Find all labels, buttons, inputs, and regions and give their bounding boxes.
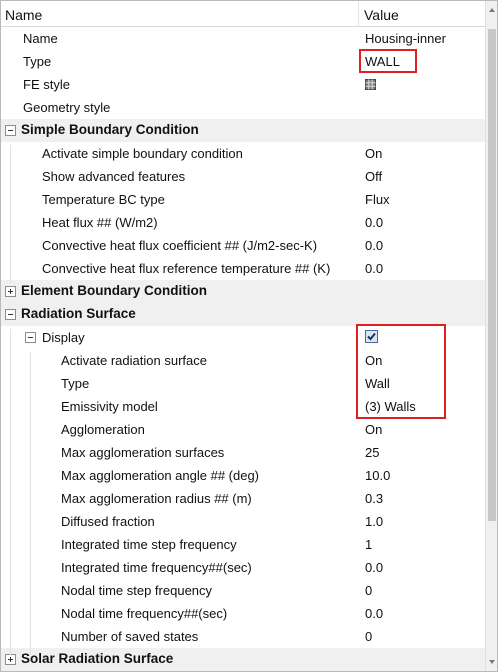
property-row[interactable]: Heat flux ## (W/m2) 0.0 <box>1 211 485 234</box>
property-row[interactable]: Nodal time step frequency 0 <box>1 579 485 602</box>
property-value[interactable]: 25 <box>365 445 379 460</box>
vertical-scrollbar[interactable] <box>485 1 497 671</box>
property-row[interactable]: Diffused fraction 1.0 <box>1 510 485 533</box>
tree-guide-line <box>10 329 11 655</box>
tree-guide-line <box>10 145 11 283</box>
section-title: Solar Radiation Surface <box>21 651 174 666</box>
expand-icon[interactable] <box>5 654 16 665</box>
property-label: Heat flux ## (W/m2) <box>42 215 158 230</box>
property-label: Integrated time step frequency <box>61 537 237 552</box>
name-column-header[interactable]: Name <box>5 7 42 23</box>
display-checkbox[interactable] <box>365 330 378 343</box>
property-row[interactable]: Temperature BC type Flux <box>1 188 485 211</box>
property-label: FE style <box>23 77 70 92</box>
property-row[interactable]: Integrated time frequency##(sec) 0.0 <box>1 556 485 579</box>
property-row-geometry-style[interactable]: Geometry style <box>1 96 485 119</box>
property-value[interactable]: On <box>365 422 382 437</box>
property-label: Max agglomeration surfaces <box>61 445 225 460</box>
property-row-display[interactable]: Display <box>1 326 485 349</box>
property-value[interactable]: Off <box>365 169 382 184</box>
property-label: Convective heat flux reference temperatu… <box>42 261 331 276</box>
property-row[interactable]: Number of saved states 0 <box>1 625 485 648</box>
collapse-icon[interactable] <box>5 125 16 136</box>
property-row[interactable]: Max agglomeration angle ## (deg) 10.0 <box>1 464 485 487</box>
property-row-name[interactable]: Name Housing-inner <box>1 27 485 50</box>
property-grid: Name Value Name Housing-inner Type WALL … <box>0 0 498 672</box>
property-row[interactable]: Convective heat flux reference temperatu… <box>1 257 485 280</box>
property-label: Geometry style <box>23 100 111 115</box>
property-label: Activate simple boundary condition <box>42 146 243 161</box>
arrow-up-icon <box>489 8 495 12</box>
property-label: Emissivity model <box>61 399 158 414</box>
property-value[interactable]: Housing-inner <box>365 31 446 46</box>
property-value[interactable]: 10.0 <box>365 468 390 483</box>
property-value[interactable]: On <box>365 353 382 368</box>
property-row[interactable]: Convective heat flux coefficient ## (J/m… <box>1 234 485 257</box>
property-row[interactable]: Show advanced features Off <box>1 165 485 188</box>
tree-guide-line <box>30 352 31 655</box>
property-value[interactable]: 0.0 <box>365 261 383 276</box>
section-title: Simple Boundary Condition <box>21 122 199 137</box>
property-value[interactable]: On <box>365 146 382 161</box>
property-value[interactable]: 0.0 <box>365 606 383 621</box>
section-title: Radiation Surface <box>21 306 136 321</box>
property-label: Nodal time step frequency <box>61 583 213 598</box>
property-label: Integrated time frequency##(sec) <box>61 560 252 575</box>
property-label: Show advanced features <box>42 169 186 184</box>
property-value[interactable]: 1.0 <box>365 514 383 529</box>
arrow-down-icon <box>489 660 495 664</box>
property-label: Activate radiation surface <box>61 353 207 368</box>
property-value[interactable]: (3) Walls <box>365 399 416 414</box>
fe-style-grid-icon[interactable] <box>365 78 376 90</box>
property-row[interactable]: Max agglomeration surfaces 25 <box>1 441 485 464</box>
property-label: Convective heat flux coefficient ## (J/m… <box>42 238 318 253</box>
section-radiation-surface[interactable]: Radiation Surface <box>1 303 485 326</box>
scrollbar-thumb[interactable] <box>488 29 496 521</box>
collapse-icon[interactable] <box>5 309 16 320</box>
property-row[interactable]: Agglomeration On <box>1 418 485 441</box>
scroll-down-button[interactable] <box>486 654 497 671</box>
property-value[interactable]: 0.0 <box>365 560 383 575</box>
property-value[interactable]: 0.3 <box>365 491 383 506</box>
property-value[interactable]: 0.0 <box>365 238 383 253</box>
grid-header: Name Value <box>1 1 485 27</box>
property-value[interactable]: Wall <box>365 376 390 391</box>
property-row[interactable]: Integrated time step frequency 1 <box>1 533 485 556</box>
property-label: Nodal time frequency##(sec) <box>61 606 228 621</box>
property-row[interactable]: Nodal time frequency##(sec) 0.0 <box>1 602 485 625</box>
expand-icon[interactable] <box>5 286 16 297</box>
type-value[interactable]: WALL <box>365 54 400 69</box>
property-row-fe-style[interactable]: FE style <box>1 73 485 96</box>
property-row[interactable]: Max agglomeration radius ## (m) 0.3 <box>1 487 485 510</box>
property-rows: Name Housing-inner Type WALL FE style Ge… <box>1 27 485 671</box>
property-row-type[interactable]: Type WALL <box>1 50 485 73</box>
section-simple-boundary-condition[interactable]: Simple Boundary Condition <box>1 119 485 142</box>
section-element-boundary-condition[interactable]: Element Boundary Condition <box>1 280 485 303</box>
property-value[interactable]: 0.0 <box>365 215 383 230</box>
property-value[interactable]: 0 <box>365 629 372 644</box>
property-label: Display <box>42 330 85 345</box>
property-label: Type <box>61 376 90 391</box>
collapse-icon[interactable] <box>25 332 36 343</box>
property-label: Agglomeration <box>61 422 145 437</box>
property-row[interactable]: Type Wall <box>1 372 485 395</box>
property-label: Diffused fraction <box>61 514 155 529</box>
property-row[interactable]: Emissivity model (3) Walls <box>1 395 485 418</box>
column-divider[interactable] <box>358 1 359 27</box>
section-solar-radiation-surface[interactable]: Solar Radiation Surface <box>1 648 485 671</box>
scroll-up-button[interactable] <box>486 1 497 18</box>
property-value[interactable]: 0 <box>365 583 372 598</box>
property-label: Temperature BC type <box>42 192 165 207</box>
property-label: Max agglomeration radius ## (m) <box>61 491 252 506</box>
property-value[interactable]: Flux <box>365 192 390 207</box>
value-column-header[interactable]: Value <box>364 7 399 23</box>
property-label: Number of saved states <box>61 629 199 644</box>
property-label: Name <box>23 31 58 46</box>
section-title: Element Boundary Condition <box>21 283 208 298</box>
property-value[interactable]: 1 <box>365 537 372 552</box>
property-row[interactable]: Activate radiation surface On <box>1 349 485 372</box>
property-label: Max agglomeration angle ## (deg) <box>61 468 260 483</box>
property-label: Type <box>23 54 52 69</box>
property-row[interactable]: Activate simple boundary condition On <box>1 142 485 165</box>
